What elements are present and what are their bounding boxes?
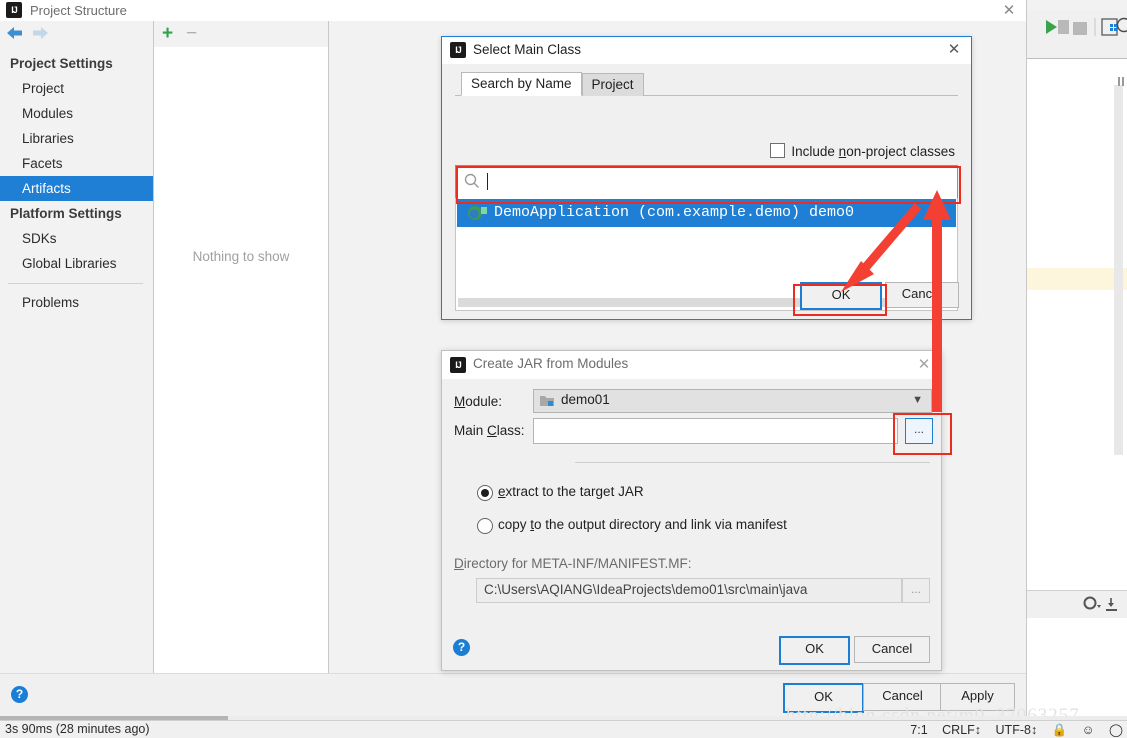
status-caret-position[interactable]: 7:1 [910,723,927,737]
settings-nav-list: Project Settings Project Modules Librari… [0,51,153,315]
nav-toolbar [0,21,153,47]
include-non-project-label: Include non-project classes [791,144,955,159]
annotation-box-browse-button [893,413,952,455]
sidebar-item-global-libraries[interactable]: Global Libraries [0,251,153,276]
create-jar-cancel-button[interactable]: Cancel [854,636,930,663]
ide-editor-highlighted-line [1027,268,1127,290]
include-non-project-row[interactable]: Include non-project classes [770,143,955,159]
select-main-class-titlebar: IJ Select Main Class ✕ [442,37,971,64]
ide-split-line [1027,58,1127,59]
module-value: demo01 [561,392,610,407]
ide-editor-scrollbar[interactable] [1114,85,1123,455]
lock-icon[interactable]: 🔒 [1052,723,1068,737]
status-right-group: 7:1 CRLF↕ UTF-8↕ 🔒 ☺ ◯ [899,722,1123,738]
main-class-input[interactable] [533,418,898,444]
manifest-dir-browse-button[interactable]: ... [902,578,930,603]
intellij-idea-icon: IJ [6,2,22,18]
project-structure-titlebar: IJ Project Structure ✕ [0,0,1026,21]
nav-divider [8,283,143,284]
intellij-idea-icon: IJ [450,42,466,58]
radio-extract-label: extract to the target JAR [498,484,644,499]
sidebar-item-sdks[interactable]: SDKs [0,226,153,251]
dialog-title: Create JAR from Modules [473,356,629,371]
manifest-dir-label: Directory for META-INF/MANIFEST.MF: [454,556,692,571]
help-icon[interactable]: ? [453,639,470,656]
sidebar-item-facets[interactable]: Facets [0,151,153,176]
ide-bottom-tool-window-body [1027,618,1127,718]
sidebar-item-libraries[interactable]: Libraries [0,126,153,151]
artifacts-list-panel: + − Nothing to show [154,21,329,673]
chevron-down-icon: ▼ [912,394,923,406]
module-label: Module: [454,394,503,409]
create-jar-titlebar: IJ Create JAR from Modules ✕ [442,351,941,379]
settings-nav-panel: Project Settings Project Modules Librari… [0,21,154,673]
close-icon[interactable]: ✕ [914,356,934,374]
dialog-tabs: Search by Name Project [461,72,644,96]
group-divider [575,462,930,463]
radio-extract-to-target-jar[interactable] [477,485,493,501]
forward-icon[interactable] [30,25,90,47]
dialog-title: Select Main Class [473,42,582,57]
plus-icon[interactable]: + [162,24,173,43]
sidebar-item-project[interactable]: Project [0,76,153,101]
ide-bottom-tool-window-header [1027,590,1127,620]
ide-tab-strip [1027,44,1127,59]
manifest-dir-input[interactable]: C:\Users\AQIANG\IdeaProjects\demo01\src\… [476,578,902,603]
artifacts-toolbar: + − [154,21,328,47]
manifest-dir-value: C:\Users\AQIANG\IdeaProjects\demo01\src\… [484,582,808,597]
status-line-separator[interactable]: CRLF↕ [942,723,981,737]
tab-search-by-name[interactable]: Search by Name [461,72,582,96]
select-main-class-cancel-button[interactable]: Cancel [885,282,959,308]
include-non-project-checkbox[interactable] [770,143,786,158]
main-class-label: Main Class: [454,423,525,438]
sidebar-item-modules[interactable]: Modules [0,101,153,126]
ide-pause-icon [1118,74,1126,86]
java-class-run-icon [468,206,487,220]
module-dropdown[interactable]: demo01 ▼ [533,389,932,413]
status-build-time: 3s 90ms (28 minutes ago) [5,722,150,736]
window-title: Project Structure [30,3,127,18]
intellij-idea-icon: IJ [450,357,466,373]
create-jar-from-modules-dialog: IJ Create JAR from Modules ✕ Module: dem… [441,350,942,671]
radio-copy-to-output-directory[interactable] [477,518,493,534]
screenshot-root: IJ Project Structure ✕ Project Settings … [0,0,1127,738]
minus-icon[interactable]: − [186,24,197,43]
annotation-box-selected-class [456,166,961,204]
empty-state-text: Nothing to show [192,249,290,264]
radio-copy-label: copy to the output directory and link vi… [498,517,787,532]
module-folder-icon [540,396,554,406]
hector-inspector-icon[interactable]: ☺ [1082,723,1095,737]
close-icon[interactable]: ✕ [944,41,964,59]
nav-group-project-settings: Project Settings [10,56,113,71]
sidebar-item-problems[interactable]: Problems [0,290,153,315]
tab-project[interactable]: Project [581,73,644,96]
ide-editor-area [1027,50,1127,650]
create-jar-ok-button[interactable]: OK [779,636,850,665]
status-bar: 3s 90ms (28 minutes ago) 7:1 CRLF↕ UTF-8… [0,720,1127,738]
status-encoding[interactable]: UTF-8↕ [996,723,1038,737]
help-icon[interactable]: ? [11,686,28,703]
sidebar-item-artifacts[interactable]: Artifacts [0,176,153,201]
annotation-box-ok-button [793,284,887,316]
search-icon[interactable]: ◯ [1109,723,1123,737]
ide-toolbar [1027,10,1127,45]
close-icon[interactable]: ✕ [998,2,1020,19]
nav-group-platform-settings: Platform Settings [10,206,122,221]
